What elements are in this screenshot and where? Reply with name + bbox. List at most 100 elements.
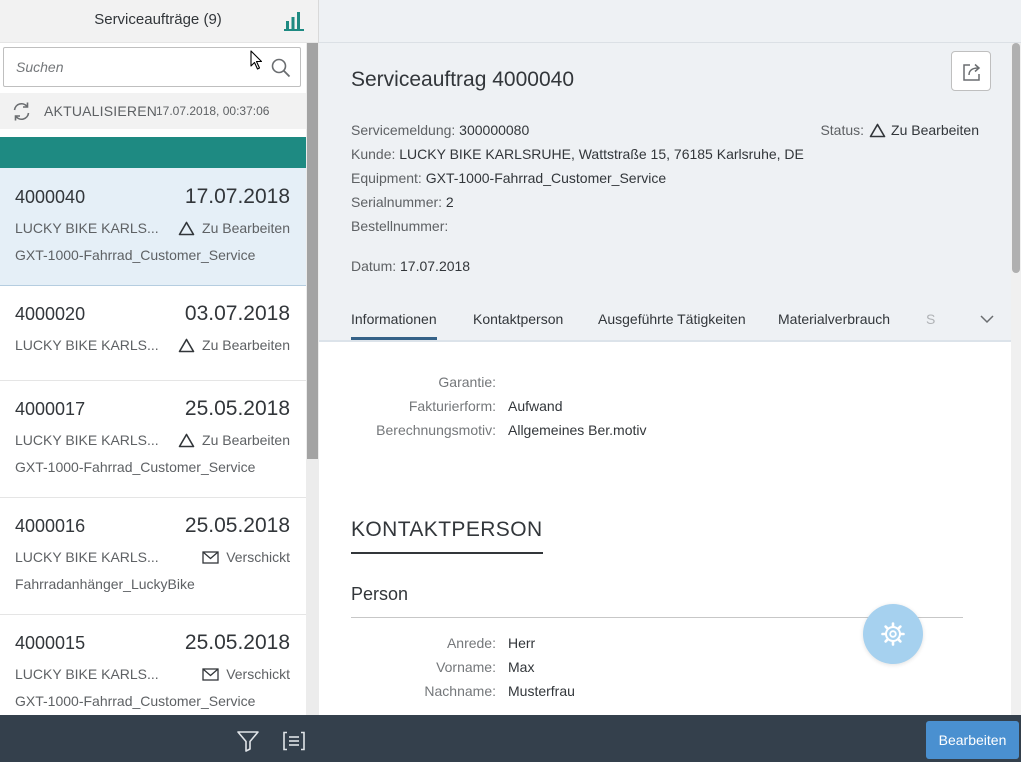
- attr-serialnummer: Serialnummer: 2: [351, 194, 454, 210]
- search-icon[interactable]: [270, 57, 292, 79]
- object-header: Serviceauftrag 4000040 Servicemeldung: 3…: [319, 43, 1011, 340]
- info-toolbar: [0, 137, 306, 168]
- field-value: Max: [508, 659, 535, 675]
- list-item[interactable]: 4000020 03.07.2018 LUCKY BIKE KARLS... Z…: [0, 286, 306, 381]
- attr-bestellnummer: Bestellnummer:: [351, 218, 448, 234]
- field-label: Fakturierform:: [408, 398, 496, 414]
- field-value: Allgemeines Ber.motiv: [508, 422, 647, 438]
- detail-content: Garantie: Fakturierform: Aufwand Berechn…: [319, 342, 1011, 715]
- tab-materialverbrauch[interactable]: Materialverbrauch: [778, 311, 890, 327]
- attr-label: Equipment:: [351, 170, 422, 186]
- order-number: 4000020: [15, 304, 86, 324]
- attr-label: Datum:: [351, 258, 397, 274]
- customer-name: LUCKY BIKE KARLS...: [15, 549, 159, 565]
- attr-label: Servicemeldung:: [351, 122, 456, 138]
- refresh-button[interactable]: AKTUALISIEREN 17.07.2018, 00:37:06: [0, 93, 306, 129]
- attr-datum: Datum: 17.07.2018: [351, 258, 470, 274]
- order-number: 4000015: [15, 633, 86, 653]
- edit-button[interactable]: Bearbeiten: [926, 721, 1019, 759]
- status-badge: Verschickt: [202, 666, 290, 682]
- status-label: Status:: [820, 122, 865, 138]
- order-number: 4000016: [15, 516, 86, 536]
- status-text: Zu Bearbeiten: [891, 122, 979, 138]
- order-number: 4000040: [15, 187, 86, 207]
- filter-icon[interactable]: [236, 730, 260, 752]
- section-title: KONTAKTPERSON: [351, 518, 543, 554]
- attr-value: 300000080: [459, 122, 530, 138]
- customer-name: LUCKY BIKE KARLS...: [15, 666, 159, 682]
- share-button[interactable]: [951, 51, 991, 91]
- customer-name: LUCKY BIKE KARLS...: [15, 337, 159, 353]
- order-date: 25.05.2018: [184, 397, 290, 420]
- equipment-name: GXT-1000-Fahrrad_Customer_Service: [15, 693, 256, 709]
- equipment-name: Fahrradanhänger_LuckyBike: [15, 576, 195, 592]
- warning-triangle-icon: [178, 221, 195, 235]
- field-label: Anrede:: [446, 635, 496, 651]
- equipment-name: GXT-1000-Fahrrad_Customer_Service: [15, 459, 256, 475]
- field-value: Musterfrau: [508, 683, 575, 699]
- master-title: Serviceaufträge (9): [94, 11, 222, 28]
- field-label: Nachname:: [424, 683, 496, 699]
- attr-value: GXT-1000-Fahrrad_Customer_Service: [425, 170, 667, 186]
- tab-bar: Informationen Kontaktperson Ausgeführte …: [319, 297, 1011, 342]
- refresh-label: AKTUALISIEREN: [44, 103, 158, 119]
- warning-triangle-icon: [178, 338, 195, 352]
- order-date: 03.07.2018: [184, 302, 290, 325]
- page-title: Serviceauftrag 4000040: [351, 68, 574, 91]
- warning-triangle-icon: [869, 123, 886, 137]
- attr-label: Kunde:: [351, 146, 396, 162]
- customer-name: LUCKY BIKE KARLS...: [15, 432, 159, 448]
- attr-value: 2: [445, 194, 454, 210]
- group-list-icon[interactable]: [282, 731, 306, 751]
- settings-fab-button[interactable]: [863, 604, 923, 664]
- tab-ausgefuehrte-taetigkeiten[interactable]: Ausgeführte Tätigkeiten: [598, 311, 746, 327]
- status-text: Zu Bearbeiten: [202, 337, 290, 353]
- list-item[interactable]: 4000040 17.07.2018 LUCKY BIKE KARLS... Z…: [0, 168, 306, 286]
- detail-footer: [319, 715, 1021, 762]
- master-scrollbar-thumb[interactable]: [307, 43, 318, 459]
- warning-triangle-icon: [178, 433, 195, 447]
- attr-kunde: Kunde: LUCKY BIKE KARLSRUHE, Wattstraße …: [351, 146, 804, 162]
- mouse-cursor-icon: [250, 50, 263, 70]
- master-footer: [0, 715, 319, 762]
- customer-name: LUCKY BIKE KARLS...: [15, 220, 159, 236]
- field-value: Aufwand: [508, 398, 563, 414]
- list-item[interactable]: 4000017 25.05.2018 LUCKY BIKE KARLS... Z…: [0, 381, 306, 498]
- attr-label: Bestellnummer:: [351, 218, 449, 234]
- master-panel: Serviceaufträge (9) AKTUALISIEREN 17.07.…: [0, 0, 319, 762]
- status-text: Verschickt: [226, 666, 290, 682]
- envelope-icon: [202, 550, 219, 564]
- tab-kontaktperson[interactable]: Kontaktperson: [473, 311, 563, 327]
- status-badge: Verschickt: [202, 549, 290, 565]
- status-badge: Zu Bearbeiten: [178, 337, 290, 353]
- detail-scrollbar-thumb[interactable]: [1012, 43, 1020, 273]
- status-badge: Zu Bearbeiten: [178, 220, 290, 236]
- chevron-down-icon[interactable]: [979, 311, 995, 327]
- list-item[interactable]: 4000015 25.05.2018 LUCKY BIKE KARLS... V…: [0, 615, 306, 715]
- detail-header-bar: [319, 0, 1021, 43]
- list-item[interactable]: 4000016 25.05.2018 LUCKY BIKE KARLS... V…: [0, 498, 306, 615]
- bar-chart-icon[interactable]: [283, 8, 305, 32]
- tab-truncated[interactable]: S: [926, 311, 935, 327]
- attr-value: 17.07.2018: [400, 258, 471, 274]
- order-date: 17.07.2018: [184, 185, 290, 208]
- status-text: Zu Bearbeiten: [202, 432, 290, 448]
- attr-servicemeldung: Servicemeldung: 300000080: [351, 122, 529, 138]
- field-label: Vorname:: [436, 659, 496, 675]
- subsection-title: Person: [351, 584, 409, 604]
- field-label: Garantie:: [438, 374, 496, 390]
- search-input[interactable]: [4, 48, 264, 86]
- master-header: Serviceaufträge (9): [0, 0, 318, 43]
- status-badge: Status: Zu Bearbeiten: [820, 122, 979, 138]
- attr-value: LUCKY BIKE KARLSRUHE, Wattstraße 15, 761…: [399, 146, 804, 162]
- gear-icon: [881, 622, 905, 646]
- status-text: Verschickt: [226, 549, 290, 565]
- share-icon: [963, 63, 981, 81]
- refresh-icon: [13, 102, 30, 121]
- tab-informationen[interactable]: Informationen: [351, 311, 437, 340]
- status-text: Zu Bearbeiten: [202, 220, 290, 236]
- attr-equipment: Equipment: GXT-1000-Fahrrad_Customer_Ser…: [351, 170, 666, 186]
- status-badge: Zu Bearbeiten: [178, 432, 290, 448]
- order-date: 25.05.2018: [184, 631, 290, 654]
- service-order-list: 4000040 17.07.2018 LUCKY BIKE KARLS... Z…: [0, 168, 306, 715]
